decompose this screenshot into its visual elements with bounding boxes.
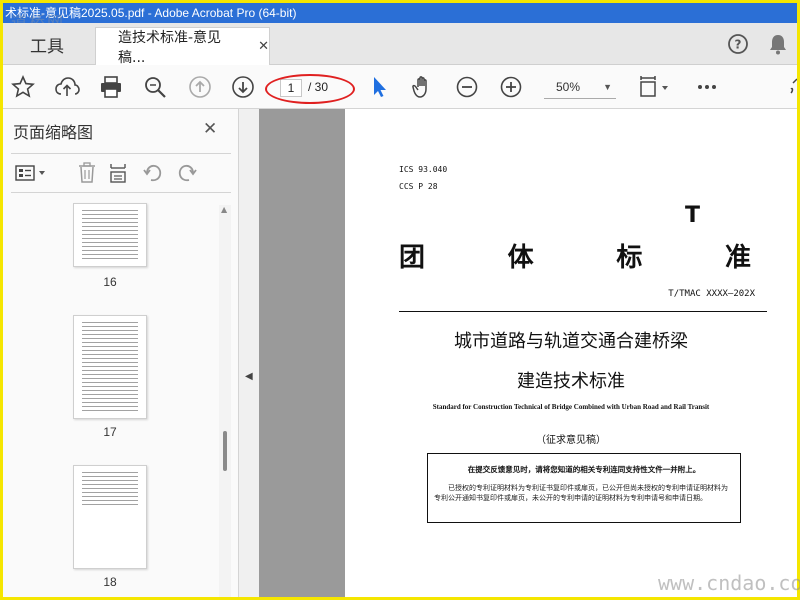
zoom-in-icon[interactable] <box>497 73 525 101</box>
rotate-left-icon[interactable] <box>141 161 165 185</box>
document-title-line1: 城市道路与轨道交通合建桥梁 <box>454 331 688 352</box>
watermark-bottom: www.cndao.com <box>658 571 800 595</box>
thumbnail-options-icon[interactable] <box>15 161 51 185</box>
chevron-down-icon: ▼ <box>603 82 612 92</box>
org-char: 体 <box>507 243 534 273</box>
close-tab-icon[interactable]: ✕ <box>258 39 269 54</box>
ccs-code: CCS P 28 <box>399 182 438 191</box>
tab-document-label: 造技术标准-意见稿... <box>118 29 222 66</box>
document-title-line2: 建造技术标准 <box>517 371 625 392</box>
divider <box>399 311 767 312</box>
notice-body: 已授权的专利证明材料为专利证书复印件或扉页，已公开但尚未授权的专利申请证明材料为… <box>434 484 728 502</box>
sidebar-collapse-handle[interactable]: ◀ <box>239 109 259 597</box>
zoom-out-icon[interactable] <box>453 73 481 101</box>
patent-notice-box: 在提交反馈意见时，请将您知道的相关专利连同支持性文件一并附上。 已授权的专利证明… <box>427 453 741 523</box>
star-icon[interactable] <box>9 73 37 101</box>
select-pointer-icon[interactable] <box>365 73 393 101</box>
search-icon[interactable] <box>141 73 169 101</box>
hand-icon[interactable] <box>409 73 437 101</box>
thumbnail-list: 16 17 18 <box>3 199 235 597</box>
highlight-ellipse <box>265 74 355 104</box>
cloud-upload-icon[interactable] <box>53 73 81 101</box>
extra-tool-icon[interactable] <box>781 73 797 101</box>
sidebar-title: 页面缩略图 <box>13 123 94 142</box>
tab-bar: 工具 造技术标准-意见稿... ✕ ? <box>3 23 797 66</box>
thumbnail-label: 18 <box>103 575 117 589</box>
rotate-right-icon[interactable] <box>175 161 199 185</box>
document-viewport[interactable]: ICS 93.040 CCS P 28 T 团 体 标 准 T/TMAC XXX… <box>259 109 797 597</box>
page-fit-icon[interactable] <box>635 73 675 101</box>
thumbnail-label: 17 <box>103 425 117 439</box>
org-char: 标 <box>616 243 643 273</box>
notice-heading: 在提交反馈意见时，请将您知道的相关专利连同支持性文件一并附上。 <box>467 465 701 474</box>
collapse-left-icon[interactable]: ◀ <box>245 371 253 382</box>
thumbnail-page-17[interactable] <box>73 315 147 419</box>
org-char: 团 <box>399 243 426 273</box>
tab-tools[interactable]: 工具 <box>3 23 91 65</box>
sidebar-scrollbar[interactable]: ▲ <box>219 205 231 597</box>
scroll-up-icon[interactable]: ▲ <box>221 205 227 214</box>
thumbnail-page-16[interactable] <box>73 203 147 267</box>
more-icon[interactable] <box>693 73 721 101</box>
ics-code: ICS 93.040 <box>399 165 448 174</box>
trash-icon[interactable] <box>75 161 99 185</box>
svg-text:?: ? <box>735 38 742 52</box>
help-icon[interactable]: ? <box>725 31 751 57</box>
standard-number: T/TMAC XXXX—202X <box>668 289 755 299</box>
scrollbar-thumb[interactable] <box>223 431 227 471</box>
english-title: Standard for Construction Technical of B… <box>432 403 710 411</box>
close-sidebar-icon[interactable]: ✕ <box>203 119 217 139</box>
page-up-icon[interactable] <box>186 73 214 101</box>
sidebar-toolbar <box>11 153 231 193</box>
tab-document[interactable]: 造技术标准-意见稿... ✕ <box>95 27 270 66</box>
bell-icon[interactable] <box>765 31 791 57</box>
insert-page-icon[interactable] <box>107 161 131 185</box>
organization-heading: 团 体 标 准 <box>399 237 751 274</box>
main-toolbar <box>3 65 797 109</box>
thumbnail-sidebar: 页面缩略图 ✕ 16 17 18 ▲ <box>3 109 239 597</box>
zoom-value: 50% <box>556 80 581 94</box>
window-title: 术标准-意见稿2025.05.pdf - Adobe Acrobat Pro (… <box>3 3 797 23</box>
standard-type-letter: T <box>685 203 701 228</box>
org-char: 准 <box>724 243 751 273</box>
print-icon[interactable] <box>97 73 125 101</box>
thumbnail-page-18[interactable] <box>73 465 147 569</box>
thumbnail-label: 16 <box>103 275 117 289</box>
draft-label: （征求意见稿） <box>536 435 606 446</box>
page-down-icon[interactable] <box>229 73 257 101</box>
pdf-page: ICS 93.040 CCS P 28 T 团 体 标 准 T/TMAC XXX… <box>345 109 797 597</box>
zoom-select[interactable]: 50% ▼ <box>544 75 616 99</box>
